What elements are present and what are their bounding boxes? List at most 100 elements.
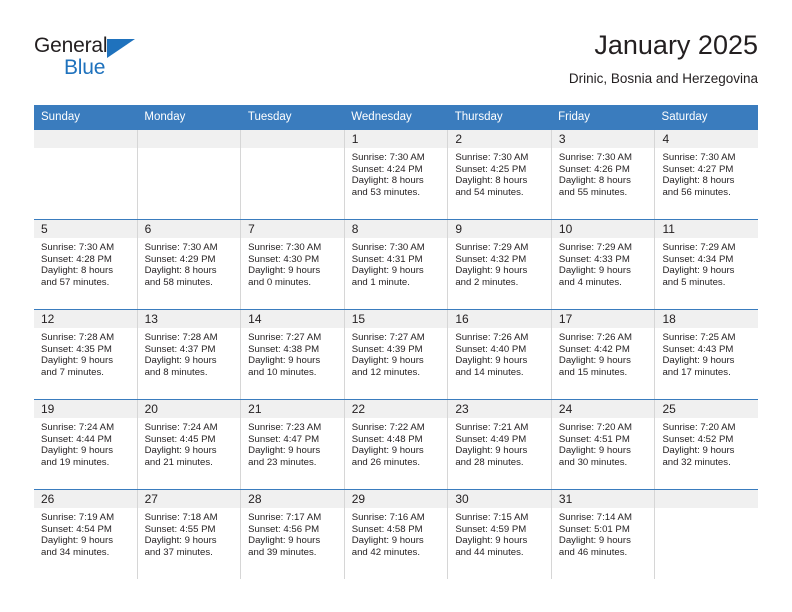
day-details: Sunrise: 7:15 AM Sunset: 4:59 PM Dayligh… [448, 508, 551, 558]
daylight-text-line2: and 12 minutes. [351, 366, 421, 378]
daylight-text-line2: and 54 minutes. [455, 186, 524, 198]
daylight-text-line1: Daylight: 9 hours [248, 265, 321, 277]
day-number [137, 130, 241, 148]
day-details: Sunrise: 7:22 AM Sunset: 4:48 PM Dayligh… [345, 418, 448, 468]
day-cell[interactable]: 9 Sunrise: 7:29 AM Sunset: 4:32 PM Dayli… [448, 220, 552, 309]
sunrise-text: Sunrise: 7:29 AM [455, 242, 529, 253]
day-cell[interactable]: 20 Sunrise: 7:24 AM Sunset: 4:45 PM Dayl… [137, 400, 242, 489]
daylight-text-line1: Daylight: 9 hours [41, 535, 113, 547]
day-cell[interactable]: 4 Sunrise: 7:30 AM Sunset: 4:27 PM Dayli… [655, 130, 759, 219]
sunrise-text: Sunrise: 7:28 AM [41, 332, 115, 343]
sunset-text: Sunset: 4:45 PM [144, 433, 216, 445]
daylight-text-line1: Daylight: 9 hours [455, 535, 528, 547]
day-cell[interactable]: 16 Sunrise: 7:26 AM Sunset: 4:40 PM Dayl… [448, 310, 552, 399]
sunset-text: Sunset: 4:54 PM [41, 523, 112, 535]
day-details: Sunrise: 7:30 AM Sunset: 4:30 PM Dayligh… [241, 238, 344, 288]
day-number: 18 [655, 310, 759, 328]
sunrise-text: Sunrise: 7:25 AM [662, 332, 736, 343]
daylight-text-line1: Daylight: 9 hours [558, 265, 631, 277]
day-cell[interactable]: 5 Sunrise: 7:30 AM Sunset: 4:28 PM Dayli… [34, 220, 138, 309]
day-number: 29 [344, 490, 448, 508]
day-details [241, 148, 344, 152]
generalblue-logo: General Blue [34, 34, 254, 86]
day-details: Sunrise: 7:18 AM Sunset: 4:55 PM Dayligh… [138, 508, 241, 558]
day-number [241, 130, 344, 148]
day-cell[interactable]: 25 Sunrise: 7:20 AM Sunset: 4:52 PM Dayl… [655, 400, 759, 489]
day-details: Sunrise: 7:30 AM Sunset: 4:26 PM Dayligh… [552, 148, 655, 198]
day-cell[interactable]: 17 Sunrise: 7:26 AM Sunset: 4:42 PM Dayl… [551, 310, 656, 399]
sunrise-text: Sunrise: 7:30 AM [558, 152, 632, 163]
day-cell[interactable] [655, 490, 759, 579]
sunrise-text: Sunrise: 7:15 AM [455, 512, 529, 523]
daylight-text-line1: Daylight: 9 hours [351, 265, 424, 277]
day-number: 2 [448, 130, 551, 148]
sunset-text: Sunset: 4:49 PM [455, 433, 527, 445]
sunset-text: Sunset: 4:30 PM [248, 253, 320, 265]
day-cell[interactable]: 12 Sunrise: 7:28 AM Sunset: 4:35 PM Dayl… [34, 310, 138, 399]
day-number: 4 [655, 130, 759, 148]
sunrise-text: Sunrise: 7:30 AM [248, 242, 322, 253]
day-cell[interactable]: 29 Sunrise: 7:16 AM Sunset: 4:58 PM Dayl… [344, 490, 449, 579]
day-cell[interactable]: 18 Sunrise: 7:25 AM Sunset: 4:43 PM Dayl… [655, 310, 759, 399]
day-number: 14 [241, 310, 344, 328]
weekday-header-monday: Monday [144, 111, 186, 123]
day-cell[interactable]: 22 Sunrise: 7:22 AM Sunset: 4:48 PM Dayl… [344, 400, 449, 489]
daylight-text-line1: Daylight: 9 hours [351, 355, 424, 367]
day-cell[interactable]: 3 Sunrise: 7:30 AM Sunset: 4:26 PM Dayli… [551, 130, 656, 219]
sunset-text: Sunset: 4:28 PM [41, 253, 112, 265]
daylight-text-line1: Daylight: 8 hours [41, 265, 113, 277]
daylight-text-line2: and 5 minutes. [662, 276, 726, 288]
calendar-page: General Blue January 2025 Drinic, Bosnia… [0, 0, 792, 612]
day-cell[interactable]: 24 Sunrise: 7:20 AM Sunset: 4:51 PM Dayl… [551, 400, 656, 489]
day-number: 19 [34, 400, 137, 418]
day-cell[interactable]: 11 Sunrise: 7:29 AM Sunset: 4:34 PM Dayl… [655, 220, 759, 309]
day-number: 15 [344, 310, 448, 328]
weekday-header-tuesday: Tuesday [247, 111, 292, 123]
daylight-text-line1: Daylight: 8 hours [351, 175, 424, 187]
day-cell[interactable]: 13 Sunrise: 7:28 AM Sunset: 4:37 PM Dayl… [137, 310, 242, 399]
day-cell[interactable]: 15 Sunrise: 7:27 AM Sunset: 4:39 PM Dayl… [344, 310, 449, 399]
day-cell[interactable]: 2 Sunrise: 7:30 AM Sunset: 4:25 PM Dayli… [448, 130, 552, 219]
day-details [655, 508, 758, 512]
daylight-text-line1: Daylight: 9 hours [351, 445, 424, 457]
day-details: Sunrise: 7:24 AM Sunset: 4:44 PM Dayligh… [34, 418, 137, 468]
sunset-text: Sunset: 5:01 PM [558, 523, 630, 535]
day-cell[interactable]: 10 Sunrise: 7:29 AM Sunset: 4:33 PM Dayl… [551, 220, 656, 309]
day-number: 1 [344, 130, 448, 148]
sunset-text: Sunset: 4:32 PM [455, 253, 527, 265]
daylight-text-line1: Daylight: 8 hours [662, 175, 735, 187]
daylight-text-line2: and 44 minutes. [455, 546, 524, 558]
daylight-text-line1: Daylight: 9 hours [248, 535, 321, 547]
daylight-text-line2: and 56 minutes. [662, 186, 731, 198]
daylight-text-line2: and 57 minutes. [41, 276, 110, 288]
day-cell[interactable]: 8 Sunrise: 7:30 AM Sunset: 4:31 PM Dayli… [344, 220, 449, 309]
sunset-text: Sunset: 4:59 PM [455, 523, 527, 535]
daylight-text-line1: Daylight: 9 hours [248, 355, 321, 367]
sunrise-text: Sunrise: 7:21 AM [455, 422, 529, 433]
sunset-text: Sunset: 4:40 PM [455, 343, 527, 355]
daylight-text-line1: Daylight: 9 hours [455, 265, 528, 277]
sunset-text: Sunset: 4:25 PM [455, 163, 527, 175]
day-cell[interactable]: 7 Sunrise: 7:30 AM Sunset: 4:30 PM Dayli… [241, 220, 345, 309]
day-cell[interactable] [137, 130, 242, 219]
day-cell[interactable]: 19 Sunrise: 7:24 AM Sunset: 4:44 PM Dayl… [34, 400, 138, 489]
day-cell[interactable]: 14 Sunrise: 7:27 AM Sunset: 4:38 PM Dayl… [241, 310, 345, 399]
day-cell[interactable]: 26 Sunrise: 7:19 AM Sunset: 4:54 PM Dayl… [34, 490, 138, 579]
day-cell[interactable]: 27 Sunrise: 7:18 AM Sunset: 4:55 PM Dayl… [137, 490, 242, 579]
day-cell[interactable]: 30 Sunrise: 7:15 AM Sunset: 4:59 PM Dayl… [448, 490, 552, 579]
day-cell[interactable] [241, 130, 345, 219]
day-cell[interactable]: 1 Sunrise: 7:30 AM Sunset: 4:24 PM Dayli… [344, 130, 449, 219]
sunrise-text: Sunrise: 7:30 AM [662, 152, 736, 163]
daylight-text-line1: Daylight: 8 hours [455, 175, 528, 187]
day-details: Sunrise: 7:29 AM Sunset: 4:34 PM Dayligh… [655, 238, 758, 288]
day-cell[interactable]: 28 Sunrise: 7:17 AM Sunset: 4:56 PM Dayl… [241, 490, 345, 579]
day-details: Sunrise: 7:20 AM Sunset: 4:52 PM Dayligh… [655, 418, 758, 468]
day-number [34, 130, 137, 148]
daylight-text-line1: Daylight: 9 hours [351, 535, 424, 547]
day-cell[interactable]: 21 Sunrise: 7:23 AM Sunset: 4:47 PM Dayl… [241, 400, 345, 489]
day-cell[interactable] [34, 130, 138, 219]
day-cell[interactable]: 6 Sunrise: 7:30 AM Sunset: 4:29 PM Dayli… [137, 220, 242, 309]
day-cell[interactable]: 31 Sunrise: 7:14 AM Sunset: 5:01 PM Dayl… [551, 490, 656, 579]
sunrise-text: Sunrise: 7:20 AM [662, 422, 736, 433]
day-cell[interactable]: 23 Sunrise: 7:21 AM Sunset: 4:49 PM Dayl… [448, 400, 552, 489]
